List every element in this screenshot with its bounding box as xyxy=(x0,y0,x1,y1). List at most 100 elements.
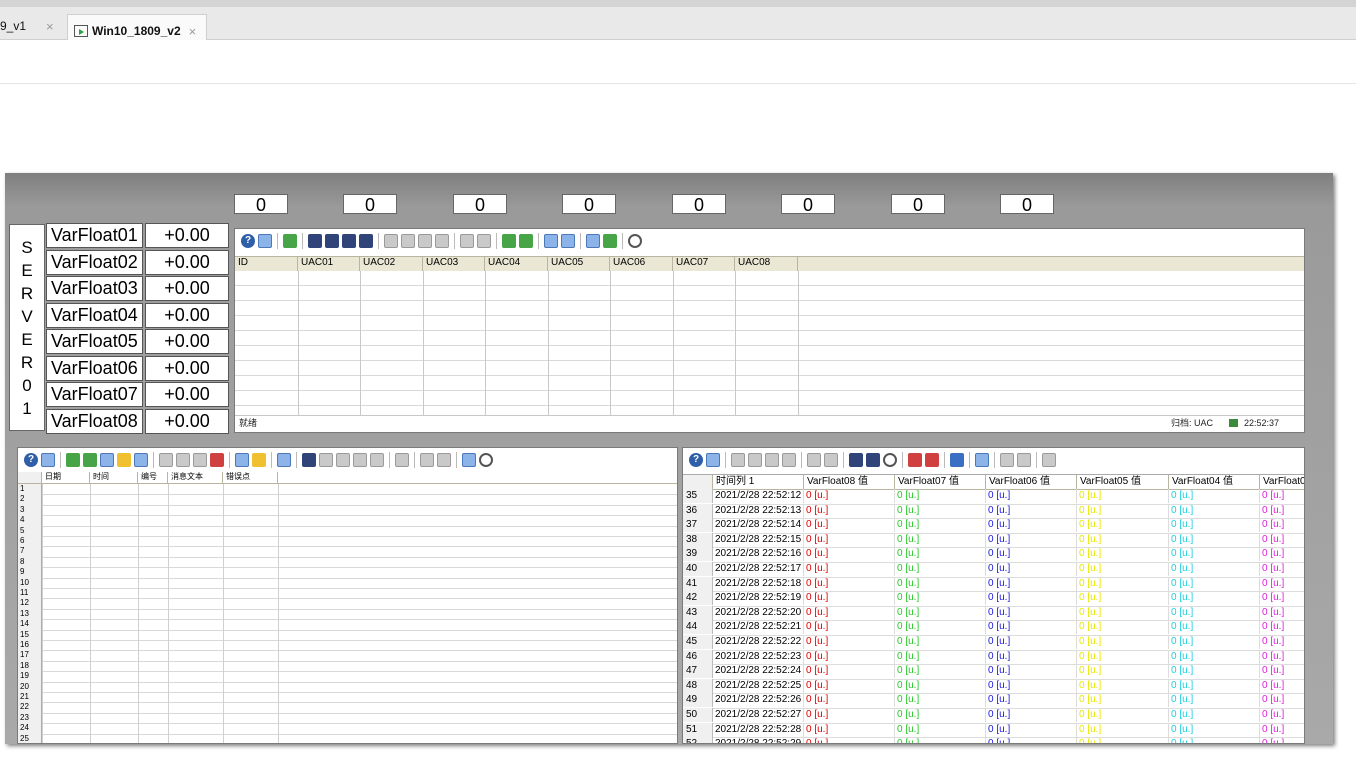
time-base-icon[interactable] xyxy=(628,234,642,248)
previous-record-icon[interactable] xyxy=(325,234,339,248)
export-icon[interactable] xyxy=(519,234,533,248)
io-field[interactable]: 0 xyxy=(781,194,835,215)
column-header[interactable]: 编号 xyxy=(138,472,168,483)
export-icon[interactable] xyxy=(462,453,476,467)
table-row[interactable]: 50 2021/2/28 22:52:27 0 [u.] 0 [u.] 0 [u.] 0 … xyxy=(683,708,1304,724)
column-header[interactable]: 时间 xyxy=(90,472,138,483)
column-header[interactable]: UAC08 xyxy=(735,257,798,271)
table-row[interactable]: 36 2021/2/28 22:52:13 0 [u.] 0 [u.] 0 [u.] 0 … xyxy=(683,503,1304,520)
next-message-icon[interactable] xyxy=(353,453,367,467)
paste-icon[interactable] xyxy=(435,234,449,248)
stop-icon[interactable] xyxy=(950,453,964,467)
variable-value[interactable]: +0.00 xyxy=(145,382,229,407)
time-range-icon[interactable] xyxy=(883,453,897,467)
copy-lines-icon[interactable] xyxy=(824,453,838,467)
column-header[interactable]: ID xyxy=(235,257,298,271)
close-icon[interactable]: × xyxy=(189,24,197,39)
help-icon[interactable]: ? xyxy=(689,453,703,467)
next-column-icon[interactable] xyxy=(925,453,939,467)
table-row[interactable]: 45 2021/2/28 22:52:22 0 [u.] 0 [u.] 0 [u.] 0 … xyxy=(683,635,1304,651)
column-header[interactable]: UAC01 xyxy=(298,257,360,271)
emergency-ack-icon[interactable] xyxy=(210,453,224,467)
long-term-archive-icon[interactable] xyxy=(100,453,114,467)
hit-list-icon[interactable] xyxy=(134,453,148,467)
table-row[interactable]: 43 2021/2/28 22:52:20 0 [u.] 0 [u.] 0 [u.] 0 … xyxy=(683,605,1304,622)
column-header[interactable]: UAC06 xyxy=(610,257,673,271)
first-record-icon[interactable] xyxy=(731,453,745,467)
table-row[interactable]: 47 2021/2/28 22:52:24 0 [u.] 0 [u.] 0 [u.] 0 … xyxy=(683,664,1304,680)
column-header[interactable]: VarFloat06 值 xyxy=(986,475,1077,489)
help-icon[interactable]: ? xyxy=(241,234,255,248)
export-icon[interactable] xyxy=(1042,453,1056,467)
table-row[interactable]: 51 2021/2/28 22:52:28 0 [u.] 0 [u.] 0 [u.] 0 … xyxy=(683,722,1304,739)
print-icon[interactable] xyxy=(975,453,989,467)
column-header[interactable]: 日期 xyxy=(42,472,90,483)
column-header[interactable]: VarFloat04 值 xyxy=(1169,475,1260,489)
close-icon[interactable]: × xyxy=(46,19,54,34)
variable-value[interactable]: +0.00 xyxy=(145,329,229,354)
table-row[interactable]: 37 2021/2/28 22:52:14 0 [u.] 0 [u.] 0 [u.] 0 … xyxy=(683,518,1304,534)
table-row[interactable]: 52 2021/2/28 22:52:29 0 [u.] 0 [u.] 0 [u.] 0 … xyxy=(683,737,1304,743)
column-header[interactable]: 消息文本 xyxy=(168,472,223,483)
table-row[interactable]: 49 2021/2/28 22:52:26 0 [u.] 0 [u.] 0 [u.] 0 … xyxy=(683,693,1304,709)
first-record-icon[interactable] xyxy=(308,234,322,248)
short-term-archive-icon[interactable] xyxy=(83,453,97,467)
select-archive-icon[interactable] xyxy=(258,234,272,248)
config-dialog-icon[interactable] xyxy=(41,453,55,467)
previous-column-icon[interactable] xyxy=(908,453,922,467)
lock-icon[interactable] xyxy=(437,453,451,467)
alarm-grid-body[interactable]: 1 2 3 4 5 6 7 8 9 10 11 12 13 14 15 16 17 18 19 20 21 22 23 24 2… xyxy=(18,484,677,743)
variable-value[interactable]: +0.00 xyxy=(145,276,229,301)
io-field[interactable]: 0 xyxy=(453,194,507,215)
first-message-icon[interactable] xyxy=(319,453,333,467)
column-header[interactable]: 错误点 xyxy=(223,472,278,483)
io-field[interactable]: 0 xyxy=(562,194,616,215)
previous-record-icon[interactable] xyxy=(748,453,762,467)
variable-value[interactable]: +0.00 xyxy=(145,355,229,381)
table-row[interactable]: 48 2021/2/28 22:52:25 0 [u.] 0 [u.] 0 [u.] 0 … xyxy=(683,678,1304,695)
selection-dialog-icon[interactable] xyxy=(561,234,575,248)
comment-icon[interactable] xyxy=(420,453,434,467)
last-message-icon[interactable] xyxy=(370,453,384,467)
tab-win-v1[interactable]: 9_v1 × xyxy=(0,12,62,40)
autoscroll-icon[interactable] xyxy=(193,453,207,467)
lock-list-icon[interactable] xyxy=(117,453,131,467)
selection-icon[interactable] xyxy=(235,453,249,467)
variable-value[interactable]: +0.00 xyxy=(145,249,229,275)
column-header[interactable]: VarFloat0 xyxy=(1260,475,1304,489)
write-tags-icon[interactable] xyxy=(477,234,491,248)
variable-value[interactable]: +0.00 xyxy=(145,223,229,248)
open-form-icon[interactable] xyxy=(283,234,297,248)
import-icon[interactable] xyxy=(502,234,516,248)
column-header[interactable]: UAC03 xyxy=(423,257,485,271)
column-header[interactable]: UAC07 xyxy=(673,257,735,271)
edit-icon[interactable] xyxy=(807,453,821,467)
column-header[interactable]: VarFloat07 值 xyxy=(895,475,986,489)
alarm-row[interactable]: 25 xyxy=(18,733,677,743)
print-icon[interactable] xyxy=(277,453,291,467)
export-data-icon[interactable] xyxy=(603,234,617,248)
select-data-icon[interactable] xyxy=(849,453,863,467)
table-row[interactable]: 44 2021/2/28 22:52:21 0 [u.] 0 [u.] 0 [u.] 0 … xyxy=(683,620,1304,636)
next-record-icon[interactable] xyxy=(342,234,356,248)
read-tags-icon[interactable] xyxy=(460,234,474,248)
io-field[interactable]: 0 xyxy=(234,194,288,215)
previous-message-icon[interactable] xyxy=(336,453,350,467)
sort-icon[interactable] xyxy=(544,234,558,248)
column-header[interactable]: UAC05 xyxy=(548,257,610,271)
config-dialog-icon[interactable] xyxy=(706,453,720,467)
column-header[interactable]: VarFloat08 值 xyxy=(804,475,895,489)
help-icon[interactable]: ? xyxy=(24,453,38,467)
time-base-icon[interactable] xyxy=(479,453,493,467)
delete-icon[interactable] xyxy=(384,234,398,248)
statistics-icon[interactable] xyxy=(1017,453,1031,467)
group-ack-icon[interactable] xyxy=(176,453,190,467)
variable-value[interactable]: +0.00 xyxy=(145,408,229,434)
table-row[interactable]: 42 2021/2/28 22:52:19 0 [u.] 0 [u.] 0 [u.] 0 … xyxy=(683,591,1304,607)
column-header[interactable]: UAC04 xyxy=(485,257,548,271)
io-field[interactable]: 0 xyxy=(672,194,726,215)
display-options-icon[interactable] xyxy=(252,453,266,467)
table-row[interactable]: 40 2021/2/28 22:52:17 0 [u.] 0 [u.] 0 [u.] 0 … xyxy=(683,562,1304,578)
copy-icon[interactable] xyxy=(418,234,432,248)
select-columns-icon[interactable] xyxy=(866,453,880,467)
